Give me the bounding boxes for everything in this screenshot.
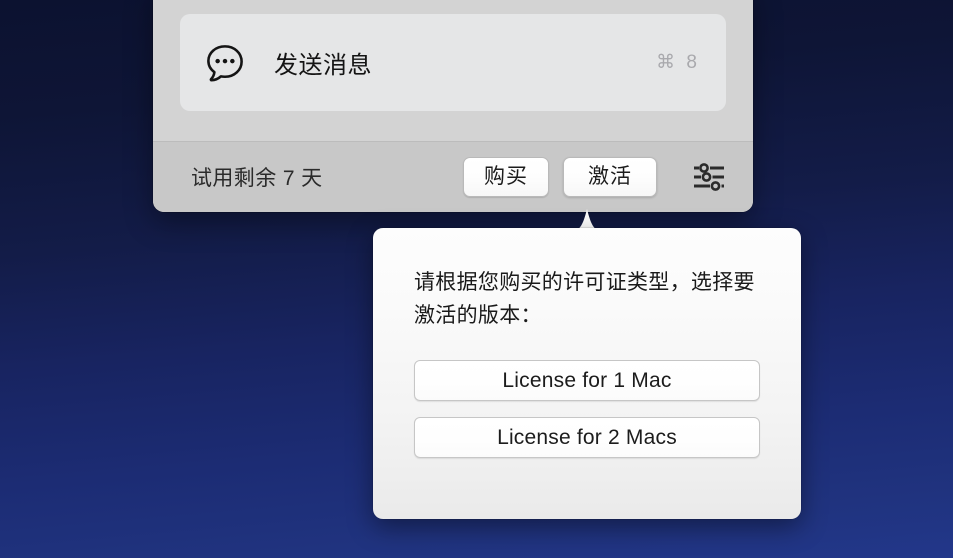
desktop-background: 发送消息 ⌘ 8 试用剩余 7 天 购买 激活 请根据您购买的许可证类型，选择要…	[0, 0, 953, 558]
activation-popover: 请根据您购买的许可证类型，选择要激活的版本： License for 1 Mac…	[373, 228, 801, 519]
activate-button[interactable]: 激活	[563, 157, 657, 197]
license-2-macs-button[interactable]: License for 2 Macs	[414, 417, 760, 458]
trial-status-label: 试用剩余 7 天	[191, 167, 323, 190]
window-toolbar: 试用剩余 7 天 购买 激活	[153, 141, 753, 212]
license-options-list: License for 1 Mac License for 2 Macs	[414, 360, 761, 458]
chat-bubble-icon	[204, 42, 246, 84]
menu-item-send-message[interactable]: 发送消息 ⌘ 8	[180, 14, 726, 111]
settings-button[interactable]	[687, 157, 731, 197]
popover-content: 请根据您购买的许可证类型，选择要激活的版本： License for 1 Mac…	[373, 228, 801, 519]
window-content-area: 发送消息 ⌘ 8	[153, 0, 753, 141]
license-1-mac-button[interactable]: License for 1 Mac	[414, 360, 760, 401]
sliders-icon	[693, 162, 725, 192]
buy-button[interactable]: 购买	[463, 157, 549, 197]
menu-item-label: 发送消息	[274, 52, 372, 79]
toolbar-actions: 购买 激活	[463, 157, 731, 197]
menu-item-row: 发送消息 ⌘ 8	[180, 14, 726, 111]
menu-item-shortcut: ⌘ 8	[656, 52, 700, 73]
popover-message: 请根据您购买的许可证类型，选择要激活的版本：	[414, 271, 755, 327]
app-window: 发送消息 ⌘ 8 试用剩余 7 天 购买 激活	[153, 0, 753, 212]
